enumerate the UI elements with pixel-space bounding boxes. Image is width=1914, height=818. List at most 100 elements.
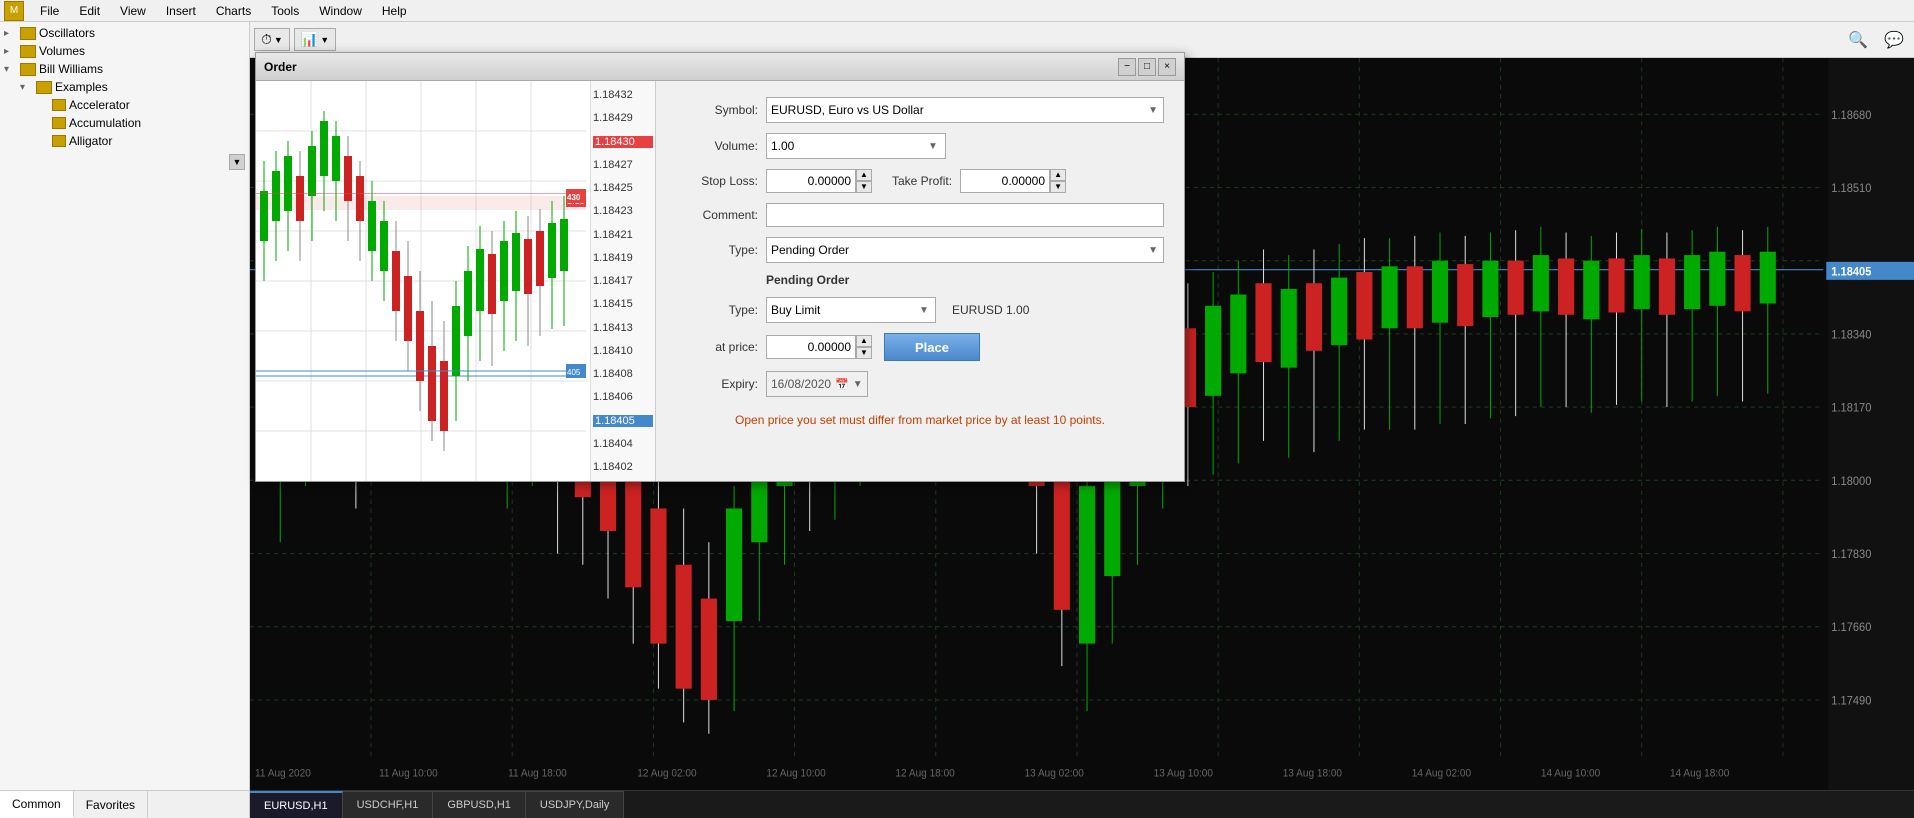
sidebar-item-alligator[interactable]: Alligator bbox=[0, 132, 249, 150]
stop-loss-input[interactable] bbox=[766, 169, 856, 193]
scroll-down-icon[interactable]: ▼ bbox=[229, 154, 245, 170]
take-profit-down-btn[interactable]: ▼ bbox=[1050, 181, 1066, 193]
price-level: 1.18413 bbox=[593, 322, 653, 334]
expander-icon: ▸ bbox=[4, 28, 20, 39]
sidebar-item-label: Accumulation bbox=[69, 116, 141, 130]
sidebar-item-accelerator[interactable]: Accelerator bbox=[0, 96, 249, 114]
symbol-select[interactable]: EURUSD, Euro vs US Dollar bbox=[766, 97, 1164, 123]
at-price-input-wrapper: ▲ ▼ bbox=[766, 335, 872, 359]
sidebar-item-volumes[interactable]: ▸ Volumes bbox=[0, 42, 249, 60]
stop-loss-label: Stop Loss: bbox=[676, 174, 766, 188]
sidebar-item-label: Examples bbox=[55, 80, 108, 94]
comment-label: Comment: bbox=[676, 208, 766, 222]
stop-loss-down-btn[interactable]: ▼ bbox=[856, 181, 872, 193]
menu-view[interactable]: View bbox=[116, 2, 150, 20]
price-level: 1.18417 bbox=[593, 275, 653, 287]
sidebar-item-bill-williams[interactable]: ▾ Bill Williams bbox=[0, 60, 249, 78]
at-price-spinners: ▲ ▼ bbox=[856, 335, 872, 359]
dialog-minimize-btn[interactable]: − bbox=[1118, 58, 1136, 76]
at-price-down-btn[interactable]: ▼ bbox=[856, 347, 872, 359]
sidebar-item-oscillators[interactable]: ▸ Oscillators bbox=[0, 24, 249, 42]
sidebar-item-label: Alligator bbox=[69, 134, 112, 148]
price-level: 1.18425 bbox=[593, 182, 653, 194]
expiry-label: Expiry: bbox=[676, 377, 766, 391]
form-row-at-price: at price: ▲ ▼ Place bbox=[676, 333, 1164, 361]
form-row-volume: Volume: 1.00 ▼ bbox=[676, 133, 1164, 159]
stop-loss-input-wrapper: ▲ ▼ bbox=[766, 169, 872, 193]
price-level: 1.18421 bbox=[593, 229, 653, 241]
take-profit-input-wrapper: ▲ ▼ bbox=[960, 169, 1066, 193]
expiry-dropdown-arrow: ▼ bbox=[853, 379, 863, 390]
dialog-content: EURUSD bbox=[256, 81, 1184, 481]
menu-charts[interactable]: Charts bbox=[212, 2, 255, 20]
dialog-close-btn[interactable]: × bbox=[1158, 58, 1176, 76]
form-row-sl-tp: Stop Loss: ▲ ▼ Take Profit: bbox=[676, 169, 1164, 193]
comment-input[interactable] bbox=[766, 203, 1164, 227]
price-level: 1.18405 bbox=[593, 415, 653, 427]
at-price-up-btn[interactable]: ▲ bbox=[856, 335, 872, 347]
price-level: 1.18408 bbox=[593, 368, 653, 380]
dialog-title: Order bbox=[264, 60, 1116, 74]
indicator-icon bbox=[52, 99, 66, 111]
menu-insert[interactable]: Insert bbox=[162, 2, 200, 20]
pending-type-label: Type: bbox=[676, 303, 766, 317]
type-label: Type: bbox=[676, 243, 766, 257]
dialog-price-chart: EURUSD bbox=[256, 81, 656, 481]
folder-icon bbox=[36, 81, 52, 94]
volume-select[interactable]: 1.00 bbox=[766, 133, 946, 159]
sidebar-content: ▸ Oscillators ▸ Volumes ▾ Bill Williams … bbox=[0, 22, 249, 790]
menu-tools[interactable]: Tools bbox=[267, 2, 303, 20]
sidebar-item-label: Volumes bbox=[39, 44, 85, 58]
menu-window[interactable]: Window bbox=[315, 2, 366, 20]
price-level: 1.18404 bbox=[593, 438, 653, 450]
sidebar-tabs: Common Favorites bbox=[0, 790, 249, 818]
take-profit-input[interactable] bbox=[960, 169, 1050, 193]
sidebar-item-accumulation[interactable]: Accumulation bbox=[0, 114, 249, 132]
form-row-pending-type: Type: Buy Limit ▼ EURUSD 1.00 bbox=[676, 297, 1164, 323]
take-profit-up-btn[interactable]: ▲ bbox=[1050, 169, 1066, 181]
expiry-date-wrapper[interactable]: 16/08/2020 📅 ▼ bbox=[766, 371, 868, 397]
take-profit-label: Take Profit: bbox=[892, 174, 952, 188]
expander-icon: ▾ bbox=[4, 64, 20, 75]
indicator-icon bbox=[52, 135, 66, 147]
type-select[interactable]: Pending Order bbox=[766, 237, 1164, 263]
price-level: 1.18415 bbox=[593, 298, 653, 310]
tab-favorites[interactable]: Favorites bbox=[74, 791, 148, 818]
dialog-mini-chart: 1.18 bbox=[256, 81, 586, 481]
at-price-label: at price: bbox=[676, 340, 766, 354]
stop-loss-spinners: ▲ ▼ bbox=[856, 169, 872, 193]
sidebar-item-examples[interactable]: ▾ Examples bbox=[0, 78, 249, 96]
stop-loss-up-btn[interactable]: ▲ bbox=[856, 169, 872, 181]
sidebar-item-label: Oscillators bbox=[39, 26, 95, 40]
price-level: 1.18402 bbox=[593, 461, 653, 473]
sidebar-item-label: Bill Williams bbox=[39, 62, 103, 76]
take-profit-spinners: ▲ ▼ bbox=[1050, 169, 1066, 193]
sidebar-item-label: Accelerator bbox=[69, 98, 130, 112]
folder-icon bbox=[20, 63, 36, 76]
menu-edit[interactable]: Edit bbox=[75, 2, 104, 20]
indicator-icon bbox=[52, 117, 66, 129]
at-price-input[interactable] bbox=[766, 335, 856, 359]
expiry-date: 16/08/2020 bbox=[771, 377, 831, 391]
pending-section-header: Pending Order bbox=[676, 273, 1164, 287]
form-row-type: Type: Pending Order ▼ bbox=[676, 237, 1164, 263]
menu-file[interactable]: File bbox=[36, 2, 63, 20]
dialog-overlay: Order − □ × EURUSD bbox=[250, 22, 1914, 818]
folder-icon bbox=[20, 45, 36, 58]
place-button[interactable]: Place bbox=[884, 333, 980, 361]
price-level: 1.18429 bbox=[593, 112, 653, 124]
symbol-label: Symbol: bbox=[676, 103, 766, 117]
form-row-symbol: Symbol: EURUSD, Euro vs US Dollar ▼ bbox=[676, 97, 1164, 123]
expander-icon: ▾ bbox=[20, 82, 36, 93]
info-text: Open price you set must differ from mark… bbox=[676, 413, 1164, 427]
pending-type-select[interactable]: Buy Limit bbox=[766, 297, 936, 323]
price-level: 1.18432 bbox=[593, 89, 653, 101]
menu-help[interactable]: Help bbox=[378, 2, 411, 20]
price-level: 1.18419 bbox=[593, 252, 653, 264]
calendar-icon: 📅 bbox=[835, 378, 849, 391]
tab-common[interactable]: Common bbox=[0, 791, 74, 818]
app-icon: M bbox=[4, 1, 24, 21]
form-row-expiry: Expiry: 16/08/2020 📅 ▼ bbox=[676, 371, 1164, 397]
price-level: 1.18430 bbox=[593, 136, 653, 148]
dialog-maximize-btn[interactable]: □ bbox=[1138, 58, 1156, 76]
